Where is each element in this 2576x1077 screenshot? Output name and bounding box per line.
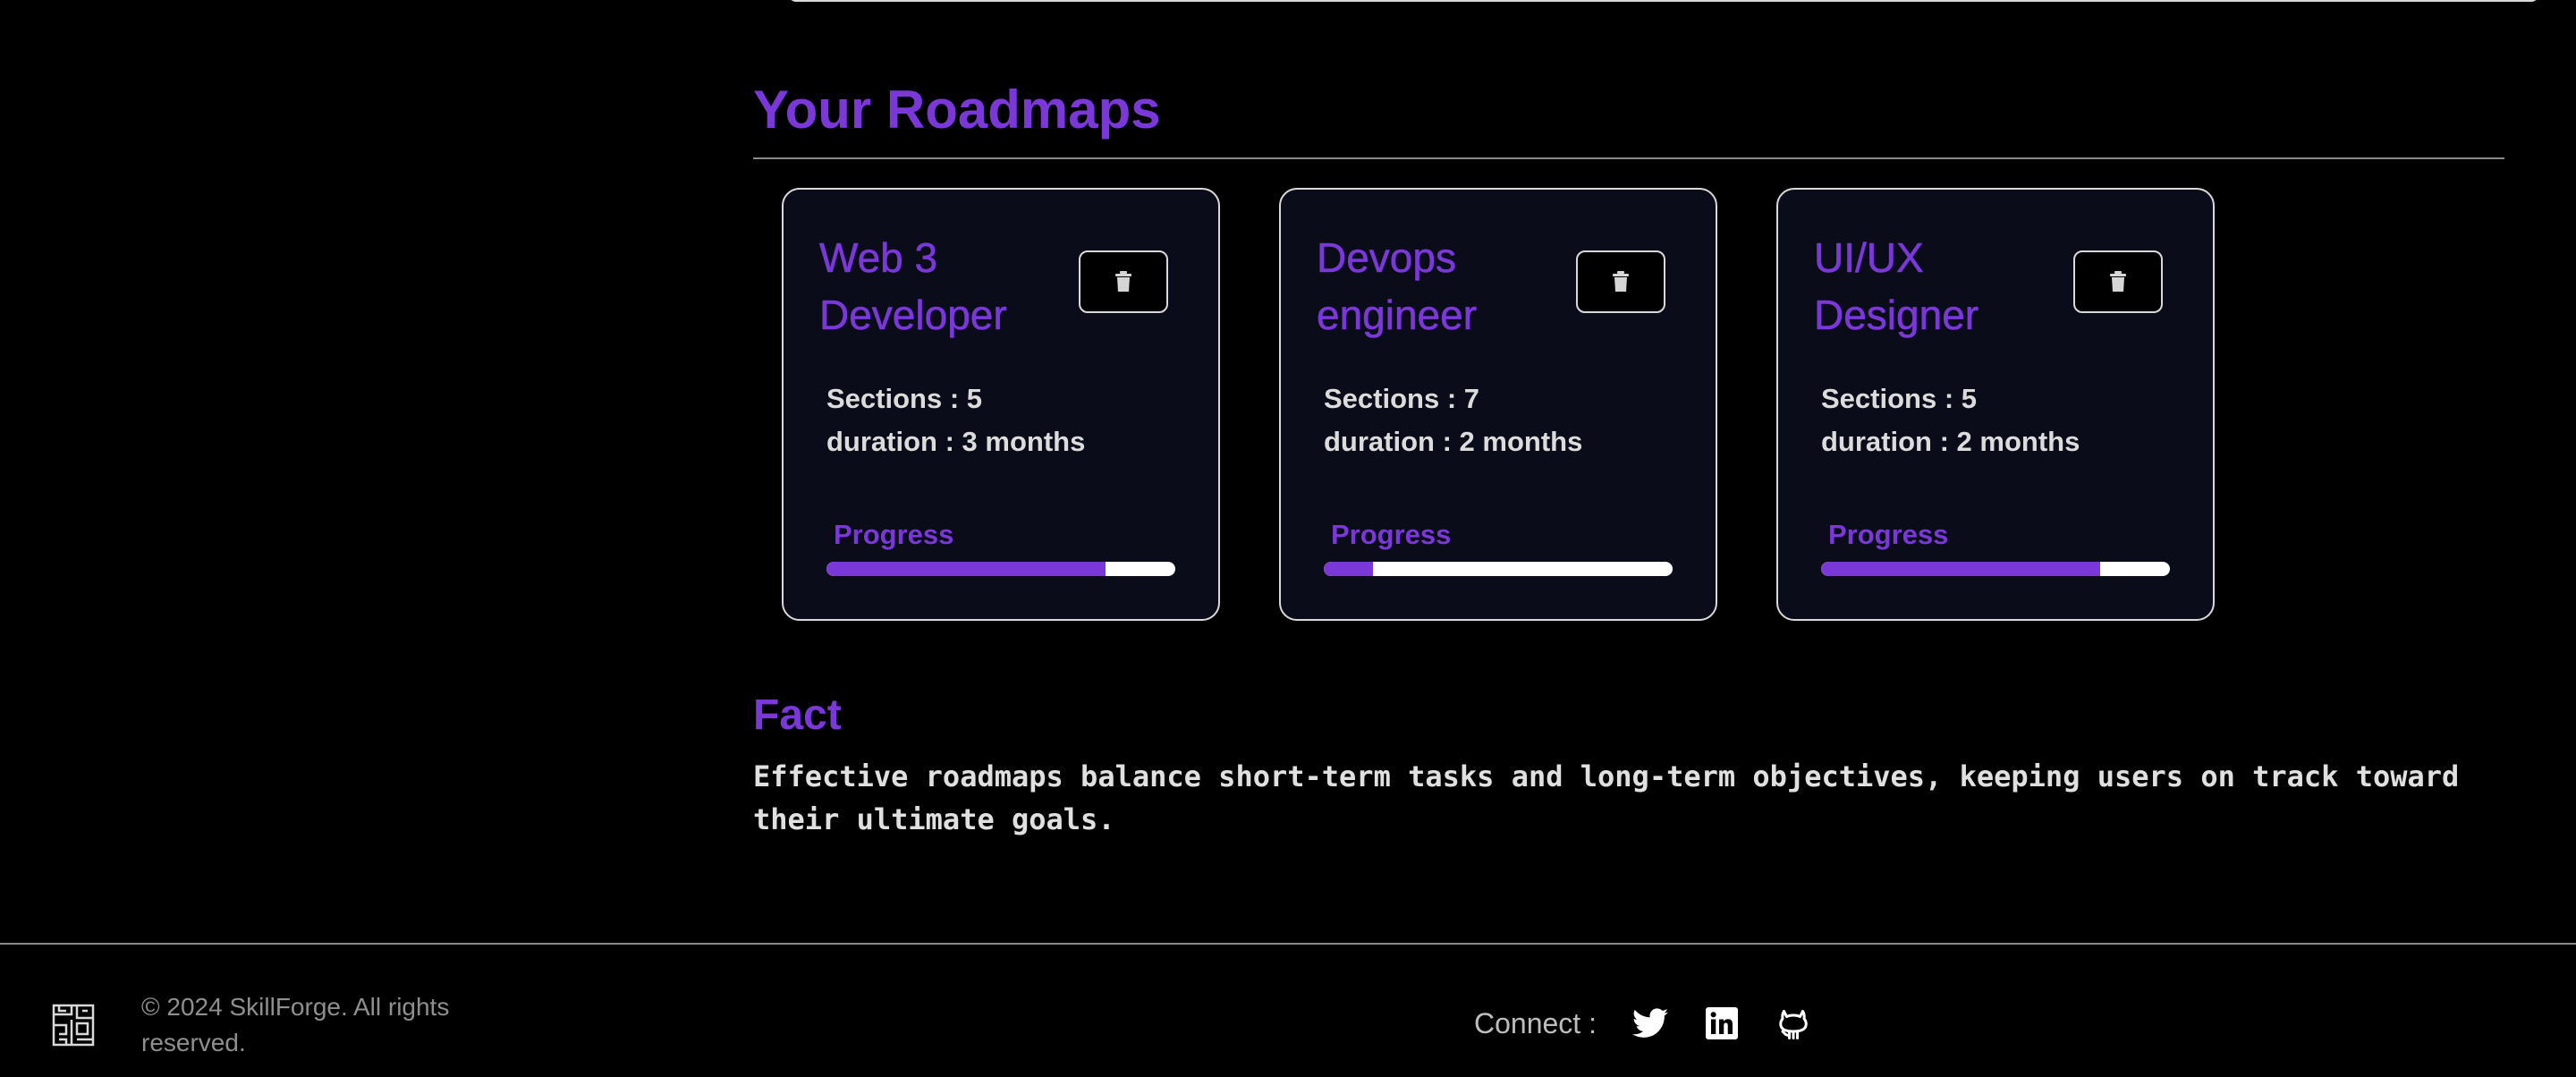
progress-bar-fill: [1324, 562, 1373, 576]
roadmap-cards: Web 3 Developer Sections : 5 duration : …: [782, 188, 2215, 621]
heading-divider: [753, 157, 2504, 159]
roadmap-sections: Sections : 5: [826, 383, 982, 414]
connect-label: Connect :: [1474, 1007, 1597, 1039]
progress-label: Progress: [1331, 519, 1452, 550]
github-link[interactable]: [1774, 1004, 1813, 1043]
twitter-link[interactable]: [1631, 1004, 1670, 1043]
roadmap-sections: Sections : 5: [1821, 383, 1977, 414]
fact-text: Effective roadmaps balance short-term ta…: [753, 759, 2460, 836]
fact-heading: Fact: [753, 691, 842, 739]
roadmap-title-line1: UI/UX: [1814, 234, 1924, 282]
roadmap-card-title: UI/UX Designer: [1814, 229, 2038, 343]
footer: © 2024 SkillForge. All rights reserved. …: [0, 943, 2576, 1077]
progress-label: Progress: [1828, 519, 1949, 550]
trash-icon: [1115, 271, 1131, 292]
roadmap-title-line2: Designer: [1814, 292, 1979, 339]
roadmap-title-line1: Devops: [1317, 234, 1457, 282]
progress-bar: [1821, 562, 2170, 576]
roadmap-card[interactable]: Web 3 Developer Sections : 5 duration : …: [782, 188, 1220, 621]
roadmap-sections: Sections : 7: [1324, 383, 1479, 414]
twitter-icon: [1631, 1008, 1668, 1038]
roadmap-card-title: Web 3 Developer: [819, 229, 1043, 343]
progress-bar: [1324, 562, 1673, 576]
roadmaps-heading: Your Roadmaps: [753, 80, 1161, 140]
main-content: Your Roadmaps Web 3 Developer Sections:…: [753, 79, 2504, 836]
roadmap-meta: Sections : 5 duration : 2 months: [1821, 377, 2080, 463]
progress-label: Progress: [834, 519, 954, 550]
delete-roadmap-button[interactable]: [1576, 250, 1665, 313]
roadmap-card[interactable]: UI/UX Designer Sections : 5 duration : 2…: [1776, 188, 2215, 621]
progress-bar: [826, 562, 1175, 576]
progress-bar-fill: [1821, 562, 2100, 576]
trash-icon: [2110, 271, 2126, 292]
roadmap-meta: Sections : 7 duration : 2 months: [1324, 377, 1582, 463]
roadmap-title-line2: engineer: [1317, 292, 1478, 339]
linkedin-link[interactable]: [1702, 1004, 1741, 1043]
progress-bar-fill: [826, 562, 1106, 576]
roadmap-meta: Sections : 5 duration : 3 months: [826, 377, 1085, 463]
page: Your Roadmaps Web 3 Developer Sections:…: [0, 0, 2576, 1077]
roadmap-duration: duration : 2 months: [1821, 426, 2080, 457]
roadmap-title-line1: Web 3: [819, 234, 938, 282]
roadmap-duration: duration : 3 months: [826, 426, 1086, 457]
skillforge-logo-icon: [52, 1004, 95, 1047]
roadmap-card[interactable]: Devops engineer Sections : 7 duration : …: [1279, 188, 1717, 621]
linkedin-icon: [1705, 1007, 1738, 1039]
github-icon: [1779, 1010, 1808, 1039]
delete-roadmap-button[interactable]: [1079, 250, 1168, 313]
delete-roadmap-button[interactable]: [2073, 250, 2163, 313]
copyright-text: © 2024 SkillForge. All rights reserved.: [141, 993, 450, 1056]
trash-icon: [1613, 271, 1629, 292]
top-panel-border: [789, 0, 2538, 2]
connect-links: Connect :: [1474, 1004, 1845, 1043]
roadmap-title-line2: Developer: [819, 292, 1007, 339]
roadmap-card-title: Devops engineer: [1317, 229, 1540, 343]
roadmap-duration: duration : 2 months: [1324, 426, 1583, 457]
